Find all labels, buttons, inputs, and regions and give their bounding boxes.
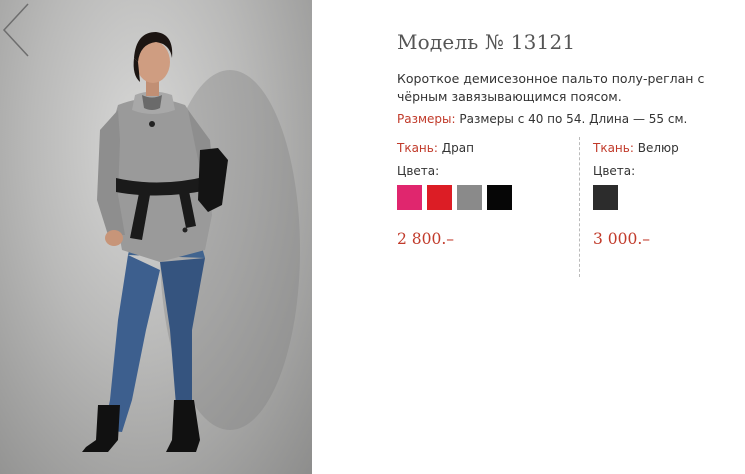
chevron-left-icon[interactable]: [0, 0, 32, 60]
color-swatch-gray[interactable]: [457, 185, 482, 210]
color-swatch-red[interactable]: [427, 185, 452, 210]
sizes-value: Размеры с 40 по 54. Длина — 55 см.: [459, 112, 688, 126]
fabric-value: Велюр: [637, 141, 679, 155]
fabric-label: Ткань:: [593, 141, 634, 155]
color-swatches: [593, 185, 733, 210]
color-swatches: [397, 185, 572, 210]
fabric-line: Ткань: Велюр: [593, 141, 733, 155]
colors-label: Цвета:: [593, 164, 636, 178]
fabric-value: Драп: [441, 141, 474, 155]
color-swatch-pink[interactable]: [397, 185, 422, 210]
product-title: Модель № 13121: [397, 30, 576, 54]
fabric-label: Ткань:: [397, 141, 438, 155]
product-description: Короткое демисезонное пальто полу-реглан…: [397, 71, 705, 104]
product-photo: [0, 0, 312, 474]
color-swatch-black[interactable]: [487, 185, 512, 210]
fabric-line: Ткань: Драп: [397, 141, 572, 155]
sizes-label: Размеры:: [397, 112, 456, 126]
sizes-info: Размеры: Размеры с 40 по 54. Длина — 55 …: [397, 112, 687, 126]
price: 2 800.–: [397, 230, 455, 248]
model-illustration: [82, 32, 300, 452]
price: 3 000.–: [593, 230, 651, 248]
color-swatch-dark-gray[interactable]: [593, 185, 618, 210]
variant-divider: [579, 137, 580, 277]
variant-drap: Ткань: Драп Цвета: 2 800.–: [397, 141, 572, 248]
variant-velour: Ткань: Велюр Цвета: 3 000.–: [593, 141, 733, 248]
colors-label: Цвета:: [397, 164, 440, 178]
